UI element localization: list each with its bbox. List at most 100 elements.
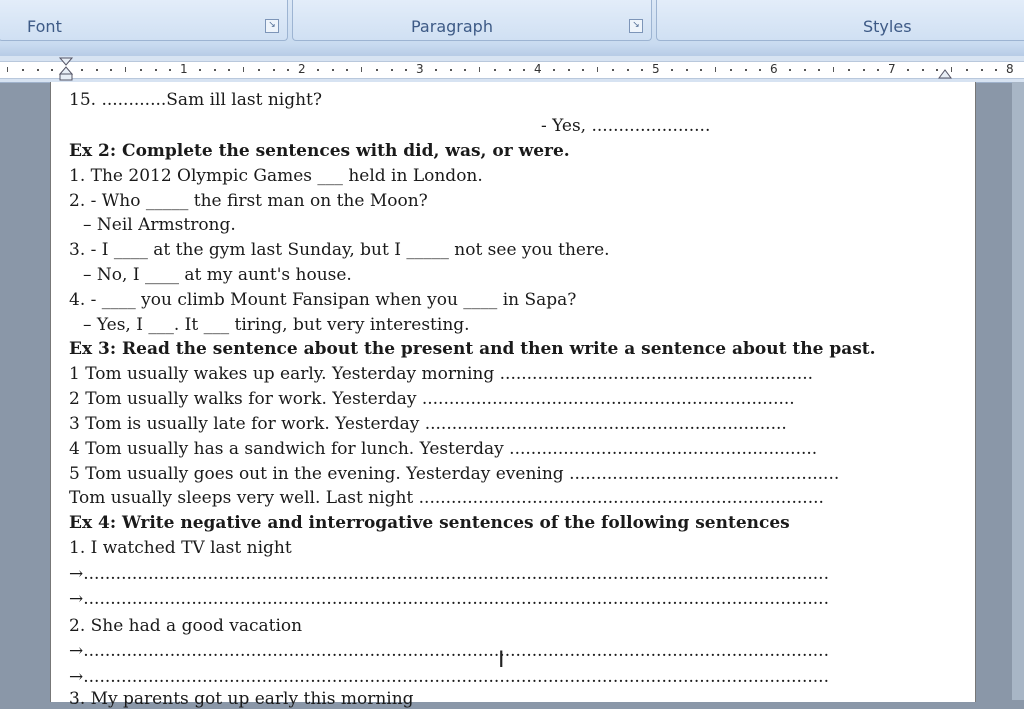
ruler-dot (995, 69, 998, 71)
ruler-dot (449, 69, 452, 71)
document-line[interactable]: 4. - ____ you climb Mount Fansipan when … (69, 290, 576, 310)
ruler-dot (921, 69, 924, 71)
ruler-dot (110, 69, 113, 71)
font-dialog-launcher-icon[interactable]: ↘ (265, 19, 279, 33)
ruler-dot (36, 69, 39, 71)
document-line[interactable]: 3. - I ____ at the gym last Sunday, but … (69, 240, 610, 260)
ruler-number: 1 (180, 62, 188, 76)
ruler-dot (80, 69, 83, 71)
document-line[interactable]: – No, I ____ at my aunt's house. (83, 265, 352, 285)
document-line[interactable]: Tom usually sleeps very well. Last night… (69, 488, 917, 508)
ruler-dot (198, 69, 201, 71)
ruler-number: 7 (888, 62, 896, 76)
ruler-dot (51, 69, 54, 71)
ruler-dot (862, 69, 865, 71)
ruler-dot (641, 69, 644, 71)
document-line[interactable]: 1. I watched TV last night (69, 538, 292, 558)
ribbon-group-label-font: Font (27, 17, 62, 36)
ruler-dot (965, 69, 968, 71)
ruler-dot (906, 69, 909, 71)
ruler-dot (729, 69, 732, 71)
ruler-dot (611, 69, 614, 71)
ruler-half-tick (361, 67, 362, 72)
document-line[interactable]: 3 Tom is usually late for work. Yesterda… (69, 414, 921, 434)
horizontal-ruler[interactable]: 1 2 3 4 5 6 7 8 (0, 56, 1024, 83)
document-line[interactable]: 1 Tom usually wakes up early. Yesterday … (69, 364, 917, 384)
document-line[interactable]: – Yes, I ___. It ___ tiring, but very in… (83, 315, 470, 335)
ruler-dot (877, 69, 880, 71)
ruler-dot (493, 69, 496, 71)
document-line[interactable]: 15. ............Sam ill last night? (69, 90, 322, 110)
document-line[interactable]: 4 Tom usually has a sandwich for lunch. … (69, 439, 921, 459)
indent-marker-icon[interactable] (58, 56, 74, 82)
ruler-dot (626, 69, 629, 71)
ruler-number: 2 (298, 62, 306, 76)
ruler-dot (700, 69, 703, 71)
ruler-number: 3 (416, 62, 424, 76)
right-indent-marker-icon[interactable] (938, 62, 952, 80)
ruler-dot (685, 69, 688, 71)
ribbon-group-styles: Styles (656, 0, 1024, 41)
ruler-dot (552, 69, 555, 71)
exercise-heading[interactable]: Ex 3: Read the sentence about the presen… (69, 339, 876, 359)
ruler-number: 4 (534, 62, 542, 76)
ruler-dot (759, 69, 762, 71)
ruler-dot (21, 69, 24, 71)
ruler-dot (803, 69, 806, 71)
ruler-half-tick (7, 67, 8, 72)
document-line[interactable]: →.......................................… (69, 564, 931, 584)
paragraph-dialog-launcher-icon[interactable]: ↘ (629, 19, 643, 33)
document-line[interactable]: - Yes, ...................... (541, 116, 710, 136)
ruler-dot (464, 69, 467, 71)
ruler-dot (582, 69, 585, 71)
ruler-number: 6 (770, 62, 778, 76)
ruler-dot (508, 69, 511, 71)
document-line[interactable]: 1. The 2012 Olympic Games ___ held in Lo… (69, 166, 483, 186)
ruler-dot (346, 69, 349, 71)
ruler-dot (744, 69, 747, 71)
ruler-half-tick (715, 67, 716, 72)
ruler-dot (257, 69, 260, 71)
exercise-heading[interactable]: Ex 4: Write negative and interrogative s… (69, 513, 790, 533)
ruler-dot (272, 69, 275, 71)
ruler-dot (154, 69, 157, 71)
ribbon-group-label-paragraph: Paragraph (411, 17, 493, 36)
ruler-dot (670, 69, 673, 71)
ruler-dot (213, 69, 216, 71)
ruler-half-tick (597, 67, 598, 72)
ruler-dot (139, 69, 142, 71)
ruler-dot (434, 69, 437, 71)
ruler-dot (390, 69, 393, 71)
ruler-dot (228, 69, 231, 71)
ruler-dot (788, 69, 791, 71)
ruler-number: 8 (1006, 62, 1014, 76)
document-line[interactable]: 3. My parents got up early this morning (69, 689, 414, 709)
document-line[interactable]: – Neil Armstrong. (83, 215, 236, 235)
ribbon-group-label-styles: Styles (863, 17, 912, 36)
ribbon-group-font: Font ↘ (0, 0, 288, 41)
ribbon: Font ↘ Paragraph ↘ Styles (0, 0, 1024, 44)
ruler-number: 5 (652, 62, 660, 76)
ribbon-group-paragraph: Paragraph ↘ (292, 0, 652, 41)
document-line[interactable]: 2. She had a good vacation (69, 616, 302, 636)
scrollbar-edge[interactable] (1012, 82, 1024, 700)
ruler-dot (818, 69, 821, 71)
ruler-dot (375, 69, 378, 71)
ruler-dot (405, 69, 408, 71)
ruler-dot (331, 69, 334, 71)
ruler-dot (169, 69, 172, 71)
ruler-dot (847, 69, 850, 71)
document-line[interactable]: →.......................................… (69, 589, 931, 609)
ruler-half-tick (833, 67, 834, 72)
ruler-dot (567, 69, 570, 71)
ruler-dot (523, 69, 526, 71)
document-line[interactable]: 2 Tom usually walks for work. Yesterday … (69, 389, 921, 409)
text-cursor-icon: I (498, 648, 505, 673)
document-line[interactable]: 5 Tom usually goes out in the evening. Y… (69, 464, 921, 484)
document-line[interactable]: 2. - Who _____ the first man on the Moon… (69, 191, 428, 211)
document-page[interactable]: 15. ............Sam ill last night? - Yes… (50, 82, 976, 709)
exercise-heading[interactable]: Ex 2: Complete the sentences with did, w… (69, 141, 570, 161)
ruler-half-tick (243, 67, 244, 72)
ruler-dot (95, 69, 98, 71)
ruler-half-tick (479, 67, 480, 72)
